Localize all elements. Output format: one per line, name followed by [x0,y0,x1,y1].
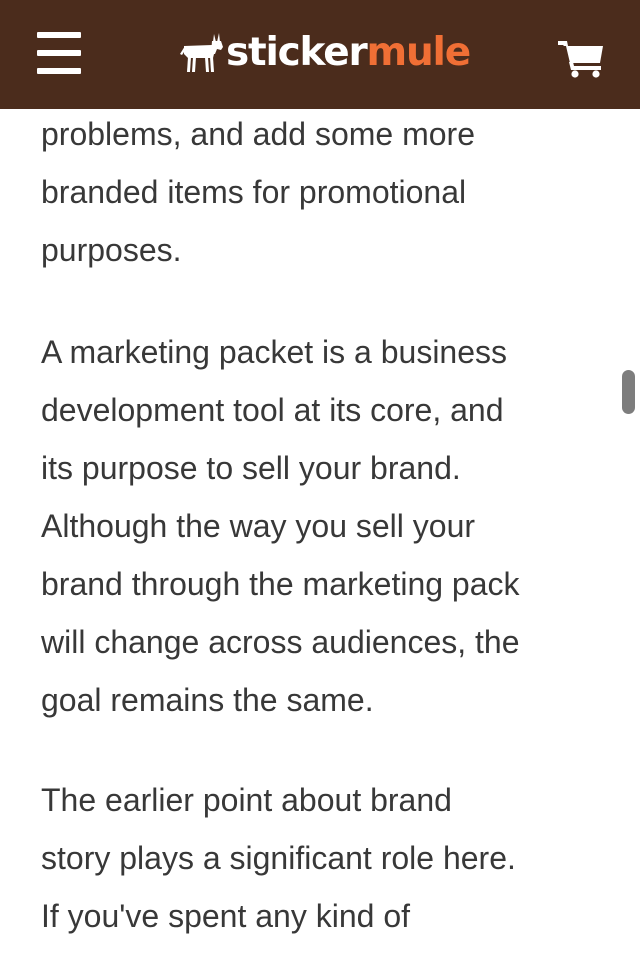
text-line: problems, and add some more [41,116,475,152]
paragraph-2: A marketing packet is a business develop… [41,323,520,729]
logo-text-mule: mule [366,30,472,75]
text-line: purposes. [41,232,182,268]
text-line: its purpose to sell your brand. [41,450,461,486]
text-line: goal remains the same. [41,682,374,718]
text-line: Although the way you sell your [41,508,476,544]
text-line: story plays a significant role here. [41,840,516,876]
mule-icon [180,33,223,72]
text-line: A marketing packet is a business [41,334,508,370]
text-line: branded items for promotional [41,174,467,210]
logo-text-sticker: sticker [226,30,368,75]
logo-wordmark: stickermule [226,28,472,78]
text-line: will change across audiences, the [41,624,520,660]
page: stickermule problems, and add some more … [0,0,640,959]
paragraph-1: problems, and add some more branded item… [41,105,475,279]
text-line: development tool at its core, and [41,392,504,428]
site-header: stickermule [0,0,640,109]
shopping-cart-icon[interactable] [558,38,604,78]
scrollbar-thumb[interactable] [622,370,635,414]
hamburger-menu-icon[interactable] [37,32,81,74]
text-line: If you've spent any kind of [41,898,410,934]
paragraph-3: The earlier point about brand story play… [41,771,516,945]
menu-bar-middle [37,50,81,56]
menu-bar-top [37,32,81,38]
text-line: brand through the marketing pack [41,566,520,602]
stickermule-logo[interactable]: stickermule [180,28,472,78]
menu-bar-bottom [37,68,81,74]
text-line: The earlier point about brand [41,782,452,818]
cart-svg [558,41,603,78]
